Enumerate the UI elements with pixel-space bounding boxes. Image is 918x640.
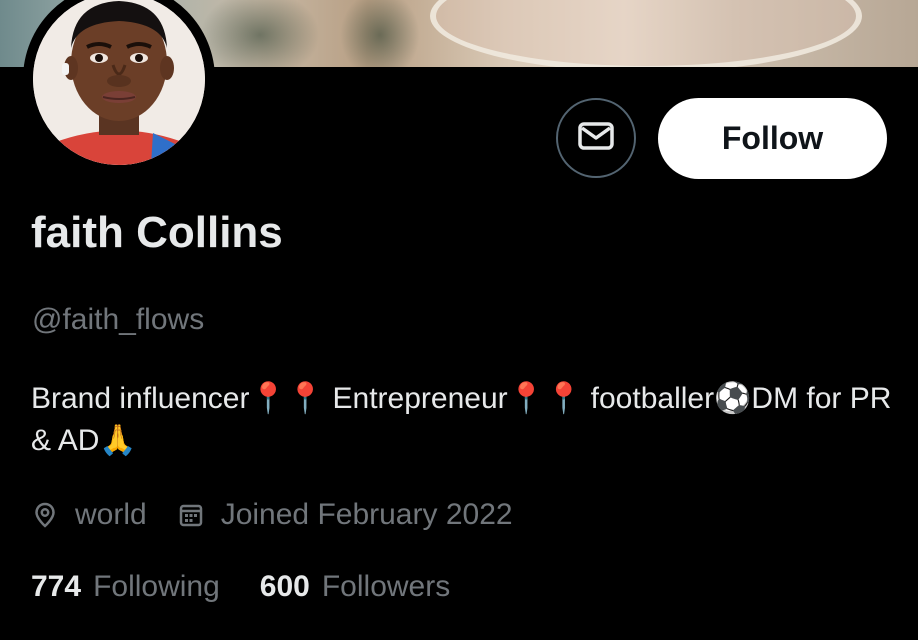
banner-hat-shape — [430, 0, 862, 67]
following-link[interactable]: 774 Following — [31, 570, 220, 604]
profile-page: Follow faith Collins @faith_flows Brand … — [0, 0, 918, 640]
followers-link[interactable]: 600 Followers — [260, 570, 450, 604]
display-name: faith Collins — [31, 208, 283, 257]
banner-palm-shape — [340, 0, 420, 67]
avatar[interactable] — [33, 0, 205, 165]
envelope-icon — [576, 116, 616, 161]
location-text: world — [75, 498, 147, 531]
follow-stats: 774 Following 600 Followers — [31, 567, 450, 607]
avatar-illustration — [33, 0, 205, 165]
joined-date-text: Joined February 2022 — [220, 498, 513, 531]
joined-item: Joined February 2022 — [177, 498, 513, 532]
calendar-icon — [177, 501, 205, 529]
followers-count: 600 — [259, 570, 310, 603]
followers-label: Followers — [321, 570, 451, 603]
profile-meta: world Joined February 2022 — [31, 495, 513, 535]
banner-palm-shape — [200, 0, 320, 67]
location-item: world — [31, 498, 147, 532]
message-button[interactable] — [556, 98, 636, 178]
profile-bio: Brand influencer📍📍 Entrepreneur📍📍 footba… — [31, 382, 892, 457]
location-pin-icon — [31, 501, 59, 529]
profile-handle: @faith_flows — [32, 303, 205, 336]
follow-button[interactable]: Follow — [658, 98, 887, 179]
following-label: Following — [93, 570, 220, 603]
following-count: 774 — [31, 570, 82, 603]
